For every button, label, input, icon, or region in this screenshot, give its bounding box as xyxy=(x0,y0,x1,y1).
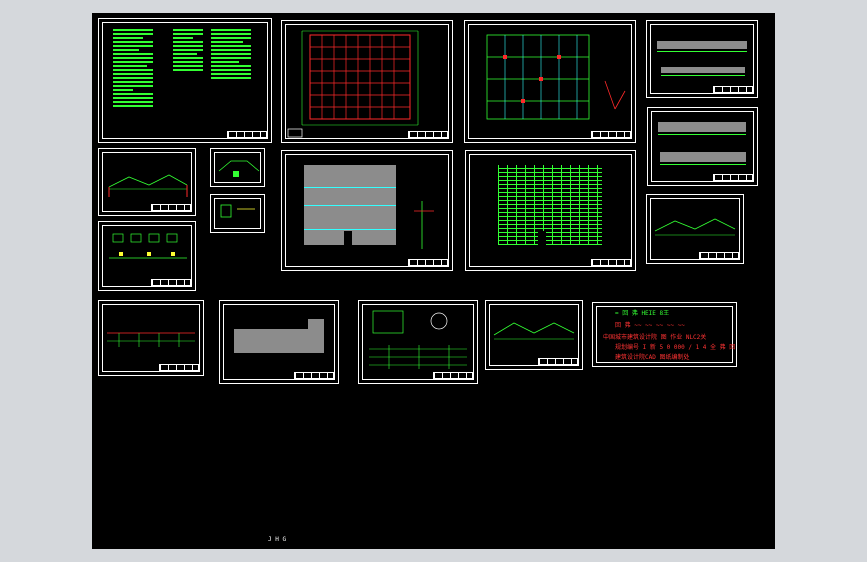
elevation-wall xyxy=(658,122,746,132)
elevation-ground-line xyxy=(658,134,746,135)
foundation-plan-drawing xyxy=(486,34,626,120)
title-block xyxy=(433,372,473,379)
sheet-detail-b[interactable] xyxy=(210,194,265,233)
purlin-door-opening xyxy=(538,231,546,245)
sheet-section-b[interactable] xyxy=(646,194,744,264)
elevation-wall xyxy=(308,319,324,353)
title-block xyxy=(408,259,448,266)
detail-drawing xyxy=(220,204,255,218)
elevation-ground-line xyxy=(657,51,747,52)
elevation-wall xyxy=(661,67,745,73)
title-block xyxy=(159,364,199,371)
title-block xyxy=(151,204,191,211)
title-block xyxy=(151,279,191,286)
sheet-front-elevation[interactable] xyxy=(219,300,339,384)
sheet-roof-plan[interactable] xyxy=(281,150,453,271)
sheet-detail-a[interactable] xyxy=(210,148,265,187)
sheet-foundation-plan[interactable] xyxy=(464,20,636,143)
notes-text-block xyxy=(113,29,153,109)
notes-line: 建筑设计院CAD 图纸编制处 xyxy=(615,354,690,361)
title-block xyxy=(408,131,448,138)
sheet-details-row[interactable] xyxy=(98,221,196,291)
title-block xyxy=(538,358,578,365)
detail-drawing xyxy=(218,160,260,177)
notes-title: = 回 弗 HEIE 8王 xyxy=(615,310,670,317)
notes-line: 规划编号 I 新 5 0 000 / 1 4 全 弗 回 xyxy=(615,344,736,351)
title-block xyxy=(227,131,267,138)
notes-text-block xyxy=(211,29,251,81)
title-block xyxy=(294,372,334,379)
sheet-column-plan[interactable] xyxy=(281,20,453,143)
notes-line: 中国城市建筑设计院 图 作业 NLC2关 xyxy=(603,334,707,341)
sheet-frame-elevation[interactable] xyxy=(98,300,204,376)
elevation-ground-line xyxy=(661,75,745,76)
sheet-general-notes[interactable] xyxy=(98,18,272,143)
title-block xyxy=(713,86,753,93)
elevation-wall xyxy=(657,41,747,49)
sheet-truss-section[interactable] xyxy=(485,300,583,370)
elevation-wall xyxy=(660,152,746,162)
title-block xyxy=(591,259,631,266)
sheet-notes-title[interactable]: = 回 弗 HEIE 8王 回 弗 ~~ ~~ ~~ ~~ ~~ 中国城市建筑设… xyxy=(592,302,737,367)
notes-line: 回 弗 ~~ ~~ ~~ ~~ ~~ xyxy=(615,322,685,329)
title-block xyxy=(591,131,631,138)
sheet-section-a[interactable] xyxy=(98,148,196,216)
elevation-ground-line xyxy=(660,164,746,165)
sheet-inner-frame xyxy=(650,24,754,94)
sheet-elevation-a[interactable] xyxy=(646,20,758,98)
purlin-grid xyxy=(498,165,602,245)
viewport-label: J H G xyxy=(268,536,287,543)
title-block xyxy=(699,252,739,259)
sheet-elevation-b[interactable] xyxy=(647,107,758,186)
roof-detail-drawing xyxy=(414,201,434,249)
sheet-door-details[interactable] xyxy=(358,300,478,384)
sheet-purlin-plan[interactable] xyxy=(465,150,636,271)
notes-text-block xyxy=(173,29,203,73)
cad-model-space[interactable]: = 回 弗 HEIE 8王 回 弗 ~~ ~~ ~~ ~~ ~~ 中国城市建筑设… xyxy=(92,13,775,549)
title-block xyxy=(713,174,753,181)
column-plan-drawing xyxy=(287,30,419,138)
